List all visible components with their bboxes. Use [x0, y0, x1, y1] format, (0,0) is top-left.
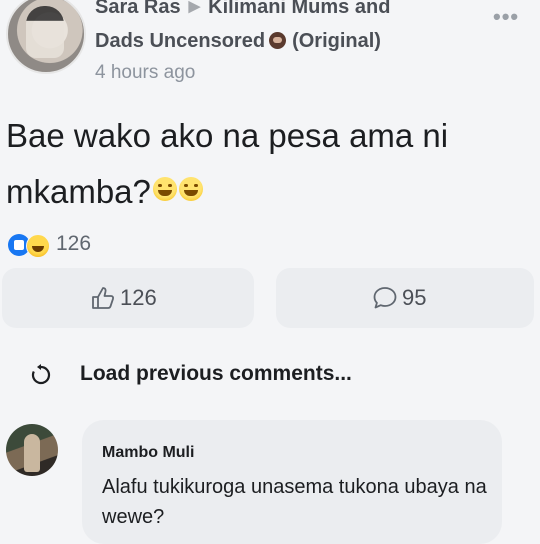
author-avatar[interactable]	[6, 0, 86, 74]
refresh-icon	[31, 364, 51, 385]
header-line-1: Sara Ras ▶ Kilimani Mums and	[95, 0, 390, 19]
post-text: Bae wako ako na pesa ama ni mkamba?	[6, 108, 526, 220]
group-badge-icon	[269, 32, 287, 49]
thumbs-up-icon	[92, 287, 115, 309]
avatar-figure	[26, 6, 64, 58]
load-previous-label: Load previous comments...	[80, 362, 352, 385]
comment-bubble: Mambo Muli Alafu tukikuroga unasema tuko…	[82, 420, 502, 544]
comment-count: 95	[402, 285, 427, 310]
haha-reaction-icon	[26, 234, 50, 258]
like-count: 126	[120, 285, 157, 310]
reaction-count: 126	[56, 232, 92, 255]
post-text-word: mkamba?	[6, 173, 151, 210]
post-header: Sara Ras ▶ Kilimani Mums and Dads Uncensor…	[0, 0, 540, 100]
like-button[interactable]: 126	[2, 268, 254, 328]
group-suffix[interactable]: (Original)	[292, 30, 381, 52]
group-name-continued[interactable]: Dads Uncensored	[95, 30, 265, 52]
post-text-line-1: Bae wako ako na pesa ama ni	[6, 117, 449, 154]
header-line-2: Dads Uncensored (Original)	[95, 30, 381, 53]
more-options-icon[interactable]: •••	[493, 4, 519, 30]
comment-item: Mambo Muli Alafu tukikuroga unasema tuko…	[0, 410, 540, 544]
grinning-sweat-emoji-icon	[152, 177, 177, 201]
post-text-line-2: mkamba?	[6, 164, 526, 220]
comment-author[interactable]: Mambo Muli	[102, 444, 194, 462]
comment-button[interactable]: 95	[276, 268, 534, 328]
arrow-right-icon: ▶	[188, 0, 201, 15]
grinning-sweat-emoji-icon	[178, 177, 203, 201]
author-name[interactable]: Sara Ras	[95, 0, 181, 18]
speech-bubble-icon	[373, 287, 397, 309]
comment-text: Alafu tukikuroga unasema tukona ubaya na…	[102, 476, 487, 528]
group-name[interactable]: Kilimani Mums and	[208, 0, 390, 18]
post-timestamp[interactable]: 4 hours ago	[95, 62, 195, 84]
commenter-avatar[interactable]	[6, 424, 58, 476]
